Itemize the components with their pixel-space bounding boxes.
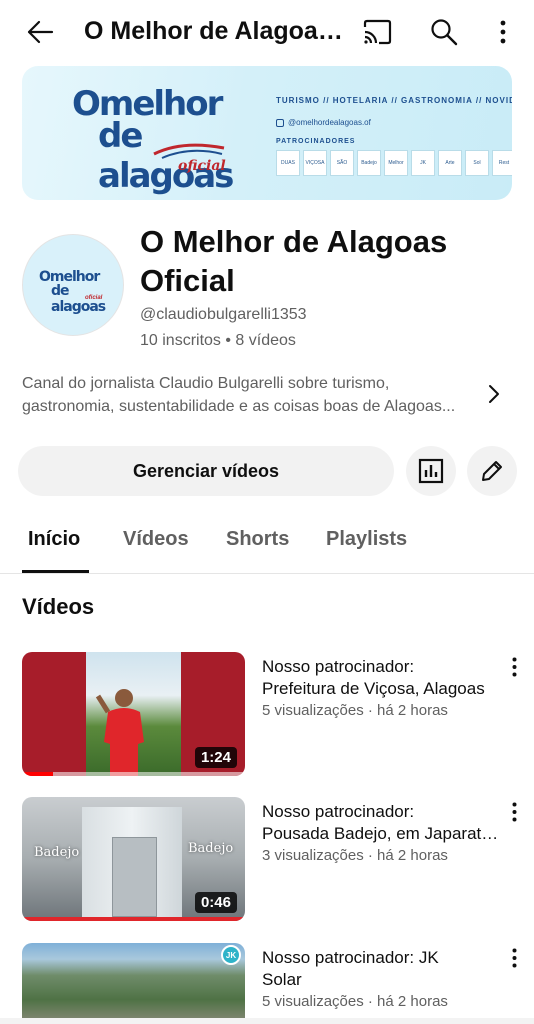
- edit-channel-button[interactable]: [467, 446, 517, 496]
- channel-avatar[interactable]: Omelhor de alagoas oficial: [22, 234, 124, 336]
- watch-progress-bar: [22, 772, 245, 776]
- app-bar: O Melhor de Alagoas Oficial: [0, 0, 534, 64]
- thumbnail-door: [112, 837, 157, 917]
- watch-progress-bar: [22, 917, 245, 921]
- sponsor-logo: Melhor: [384, 150, 408, 176]
- thumbnail-label: Badejo: [188, 841, 234, 856]
- video-title[interactable]: Nosso patrocinador: Pousada Badejo, em J…: [262, 801, 502, 845]
- back-arrow-icon[interactable]: [22, 14, 58, 50]
- active-tab-indicator: [22, 570, 89, 573]
- channel-stats: 10 inscritos • 8 vídeos: [140, 332, 296, 349]
- manage-videos-button[interactable]: Gerenciar vídeos: [18, 446, 394, 496]
- video-title-line-2: Prefeitura de Viçosa, Alagoas: [262, 679, 485, 698]
- video-duration: 0:46: [194, 892, 237, 913]
- sponsor-logo: JK: [411, 150, 435, 176]
- sponsor-logo: Arte: [438, 150, 462, 176]
- sponsor-logo: VIÇOSA: [303, 150, 327, 176]
- video-thumbnail[interactable]: JK: [22, 943, 245, 1024]
- chevron-right-icon[interactable]: [484, 382, 504, 406]
- channel-handle: @claudiobulgarelli1353: [140, 306, 307, 323]
- tab-shorts[interactable]: Shorts: [226, 528, 289, 551]
- sponsor-logo: SÃO: [330, 150, 354, 176]
- logo-line-3: oficial: [178, 158, 226, 174]
- analytics-icon: [418, 458, 444, 484]
- video-meta: 3 visualizações · há 2 horas: [262, 847, 448, 864]
- video-item[interactable]: 1:24 Nosso patrocinador: Prefeitura de V…: [0, 652, 534, 776]
- cast-icon[interactable]: [360, 16, 394, 48]
- description-line-2: gastronomia, sustentabilidade e as coisa…: [22, 398, 456, 415]
- tab-videos[interactable]: Vídeos: [123, 528, 189, 551]
- sponsor-logos: DUAS VIÇOSA SÃO Badejo Melhor JK Arte So…: [276, 150, 512, 176]
- video-title-line-2: Pousada Badejo, em Japaratinga: [262, 824, 502, 843]
- sponsor-logo: Badejo: [357, 150, 381, 176]
- video-title[interactable]: Nosso patrocinador: Prefeitura de Viçosa…: [262, 656, 502, 700]
- sponsor-logo: Rest: [492, 150, 512, 176]
- banner-logo: Omelhor de alagoas oficial: [72, 84, 242, 196]
- sponsor-logo: Sol: [465, 150, 489, 176]
- pencil-icon: [482, 461, 502, 481]
- avatar-logo-line-3: oficial: [85, 295, 103, 301]
- sponsors-label: PATROCINADORES: [276, 138, 356, 145]
- video-title-line-1: Nosso patrocinador: JK: [262, 948, 439, 967]
- thumbnail-badge: JK: [221, 945, 241, 965]
- video-title-line-2: Solar: [262, 970, 302, 989]
- video-item[interactable]: JK Nosso patrocinador: JK Solar 5 visual…: [0, 943, 534, 1024]
- search-icon[interactable]: [428, 16, 460, 48]
- instagram-icon: [276, 118, 284, 127]
- video-title[interactable]: Nosso patrocinador: JK Solar: [262, 947, 502, 991]
- banner-instagram-text: @omelhordealagoas.of: [288, 118, 371, 127]
- channel-tabs: Início Vídeos Shorts Playlists: [0, 516, 534, 574]
- description-line-1: Canal do jornalista Claudio Bulgarelli s…: [22, 375, 390, 392]
- video-item[interactable]: Badejo Badejo 0:46 Nosso patrocinador: P…: [0, 797, 534, 921]
- channel-name: O Melhor de Alagoas Oficial: [140, 224, 448, 298]
- video-thumbnail[interactable]: Badejo Badejo 0:46: [22, 797, 245, 921]
- banner-tagline: TURISMO // HOTELARIA // GASTRONOMIA // N…: [276, 96, 512, 105]
- videos-section-title: Vídeos: [22, 594, 95, 619]
- more-vert-icon[interactable]: [490, 16, 516, 48]
- banner-instagram: @omelhordealagoas.of: [276, 118, 371, 127]
- analytics-button[interactable]: [406, 446, 456, 496]
- bottom-edge: [0, 1018, 534, 1024]
- tab-inicio[interactable]: Início: [28, 528, 80, 551]
- video-more-icon[interactable]: [504, 654, 524, 680]
- video-more-icon[interactable]: [504, 945, 524, 971]
- channel-description[interactable]: Canal do jornalista Claudio Bulgarelli s…: [22, 372, 478, 418]
- sponsor-logo: DUAS: [276, 150, 300, 176]
- video-title-line-1: Nosso patrocinador:: [262, 802, 415, 821]
- channel-banner: Omelhor de alagoas oficial TURISMO // HO…: [22, 66, 512, 200]
- video-title-line-1: Nosso patrocinador:: [262, 657, 415, 676]
- video-thumbnail[interactable]: 1:24: [22, 652, 245, 776]
- video-meta: 5 visualizações · há 2 horas: [262, 702, 448, 719]
- video-meta: 5 visualizações · há 2 horas: [262, 993, 448, 1010]
- video-more-icon[interactable]: [504, 799, 524, 825]
- logo-swoosh-icon: [153, 143, 225, 159]
- video-duration: 1:24: [194, 747, 237, 768]
- app-bar-title: O Melhor de Alagoas Oficial: [84, 17, 344, 45]
- thumbnail-label: Badejo: [34, 845, 80, 860]
- tab-playlists[interactable]: Playlists: [326, 528, 407, 551]
- watch-progress-fill: [22, 772, 54, 776]
- person-figure: [95, 689, 144, 776]
